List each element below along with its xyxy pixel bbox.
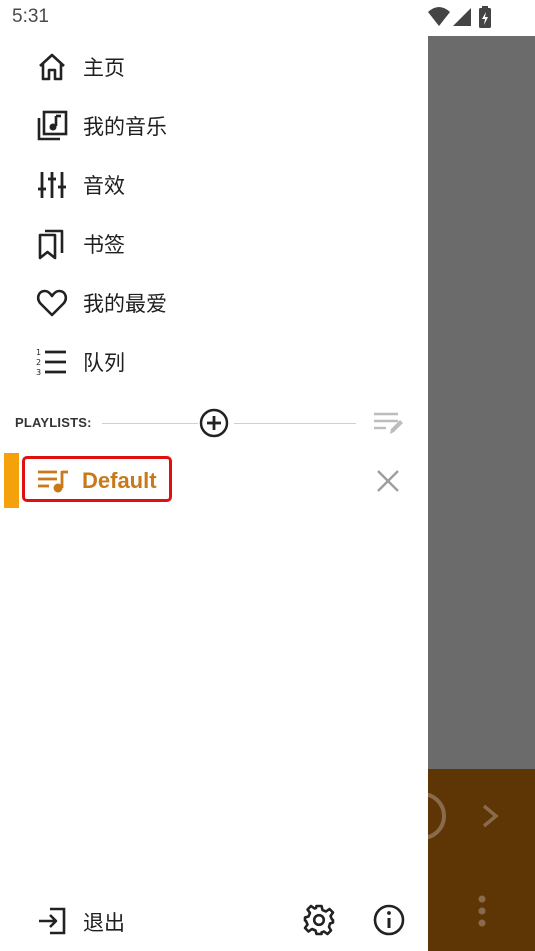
exit-icon[interactable] [36,905,68,937]
playlists-label: PLAYLISTS: [15,415,92,430]
status-time: 5:31 [12,6,49,27]
cell-signal-icon [453,8,471,26]
svg-text:1: 1 [36,348,41,357]
menu-item-favorites[interactable]: 我的最爱 [0,274,428,332]
selected-indicator [4,453,19,508]
menu-item-bookmarks[interactable]: 书签 [0,215,428,273]
playlist-item-default[interactable]: Default [0,451,428,511]
menu-item-label: 我的音乐 [83,115,167,139]
menu-item-home[interactable]: 主页 [0,38,428,96]
bookmarks-icon [36,228,68,260]
svg-text:2: 2 [36,358,41,367]
divider [234,423,356,424]
navigation-drawer: 主页 我的音乐 音效 书签 我的最爱 1 2 3 队列 PLAYLISTS: D… [0,36,428,951]
numbered-list-icon: 1 2 3 [36,346,68,378]
battery-charging-icon [479,6,491,28]
equalizer-icon [36,169,68,201]
divider [102,423,198,424]
menu-item-label: 我的最爱 [83,292,167,316]
gear-icon[interactable] [302,903,336,937]
edit-playlists-icon[interactable] [372,410,404,436]
status-bar: 5:31 [0,0,428,36]
home-icon [36,51,68,83]
chevron-right-icon[interactable] [478,800,504,832]
menu-item-label: 音效 [83,174,125,198]
add-playlist-icon[interactable] [199,408,229,438]
drawer-footer: 退出 [0,893,428,949]
heart-icon [36,287,68,319]
playlists-header: PLAYLISTS: [0,408,428,438]
status-icons [428,6,491,28]
close-icon[interactable] [374,467,402,495]
exit-label[interactable]: 退出 [83,907,125,937]
info-icon[interactable] [372,903,406,937]
menu-item-label: 主页 [83,56,125,80]
queue-music-icon [38,470,68,493]
menu-item-equalizer[interactable]: 音效 [0,156,428,214]
svg-text:3: 3 [36,368,41,377]
playlist-name: Default [82,468,157,493]
menu-item-my-music[interactable]: 我的音乐 [0,97,428,155]
library-music-icon [36,110,68,142]
menu-item-label: 书签 [83,233,125,257]
more-vert-icon[interactable] [472,893,492,929]
menu-item-queue[interactable]: 1 2 3 队列 [0,333,428,391]
menu-item-label: 队列 [83,351,125,375]
wifi-icon [428,7,450,26]
